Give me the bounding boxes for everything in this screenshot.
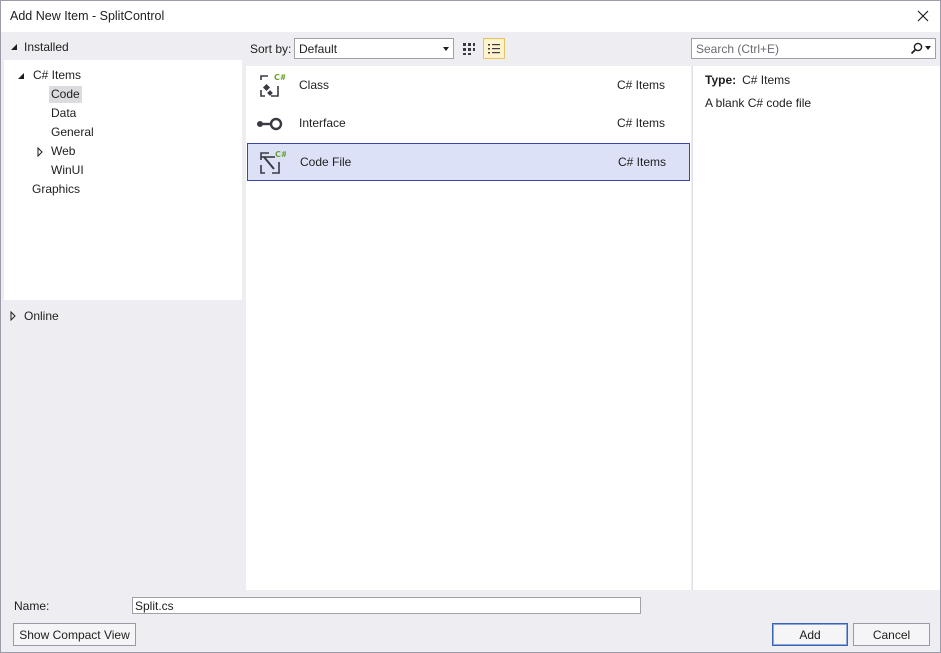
tree-item-label: WinUI (51, 163, 84, 177)
search-icon (910, 42, 922, 55)
close-icon (917, 10, 929, 22)
list-view-icon (488, 43, 500, 53)
online-label: Online (24, 309, 59, 323)
item-description: A blank C# code file (705, 96, 812, 110)
type-label: Type: (705, 73, 737, 87)
tree-item-label: Web (51, 144, 76, 158)
template-list: C# Class C# Items Interface C# Items C# (246, 66, 691, 590)
tree-item-web[interactable]: Web (35, 143, 77, 160)
svg-text:C#: C# (275, 150, 286, 159)
add-button[interactable]: Add (772, 623, 848, 646)
code-file-icon: C# (260, 150, 286, 174)
tree-item-label: Graphics (32, 182, 81, 196)
tree-item-graphics[interactable]: Graphics (30, 181, 82, 198)
tree-item-label: Code (49, 86, 82, 103)
cancel-button[interactable]: Cancel (853, 623, 930, 646)
template-tree-pane: Installed C# Items Code Data General Web… (2, 32, 242, 590)
window-title: Add New Item - SplitControl (10, 9, 165, 23)
close-button[interactable] (910, 4, 936, 28)
class-icon: C# (260, 73, 285, 97)
add-new-item-dialog: Add New Item - SplitControl Installed C#… (0, 0, 941, 653)
search-box (691, 38, 936, 59)
expanded-triangle-icon (11, 44, 17, 50)
svg-text:C#: C# (274, 73, 285, 82)
search-options-chevron-icon[interactable] (925, 46, 931, 50)
tree-item-label: Data (51, 106, 77, 120)
details-pane: Type: C# Items A blank C# code file (692, 66, 940, 590)
installed-header[interactable]: Installed (2, 36, 242, 58)
online-header[interactable]: Online (2, 306, 242, 326)
item-name: Class (299, 78, 330, 92)
item-category: C# Items (617, 78, 666, 92)
show-compact-view-button[interactable]: Show Compact View (13, 623, 136, 646)
item-name: Interface (299, 116, 346, 130)
name-input[interactable] (132, 597, 641, 614)
tree-item-label: General (51, 125, 94, 139)
tree-item-data[interactable]: Data (49, 105, 78, 122)
chevron-down-icon (443, 47, 449, 51)
tree-item-csharp-items[interactable]: C# Items (16, 67, 83, 84)
interface-icon (257, 117, 283, 131)
item-name: Code File (300, 155, 352, 169)
sort-toolbar: Sort by: Default (246, 37, 690, 61)
collapsed-triangle-icon (10, 311, 16, 321)
installed-tree: C# Items Code Data General Web WinUI Gra… (4, 60, 242, 300)
list-view-button[interactable] (483, 38, 505, 59)
list-item-class[interactable]: C# Class C# Items (247, 67, 690, 105)
installed-label: Installed (24, 40, 69, 54)
list-item-code-file[interactable]: C# Code File C# Items (247, 143, 690, 181)
expanded-triangle-icon (18, 72, 24, 79)
sort-label: Sort by: (250, 42, 292, 56)
medium-icons-view-button[interactable] (458, 38, 480, 59)
grid-view-icon (463, 42, 475, 55)
collapsed-triangle-icon (37, 146, 43, 157)
tree-item-general[interactable]: General (49, 124, 96, 141)
item-category: C# Items (617, 116, 666, 130)
name-label: Name: (14, 599, 50, 613)
search-button[interactable] (908, 40, 924, 57)
tree-item-code[interactable]: Code (49, 86, 82, 103)
list-item-interface[interactable]: Interface C# Items (247, 105, 690, 143)
sort-dropdown[interactable]: Default (294, 38, 454, 59)
item-category: C# Items (618, 155, 667, 169)
sort-value: Default (299, 41, 338, 56)
tree-item-winui[interactable]: WinUI (49, 162, 86, 179)
type-line: Type: C# Items (705, 73, 790, 87)
type-value: C# Items (742, 73, 791, 87)
tree-item-label: C# Items (33, 68, 82, 82)
title-bar: Add New Item - SplitControl (1, 1, 940, 32)
search-input[interactable] (692, 39, 907, 58)
